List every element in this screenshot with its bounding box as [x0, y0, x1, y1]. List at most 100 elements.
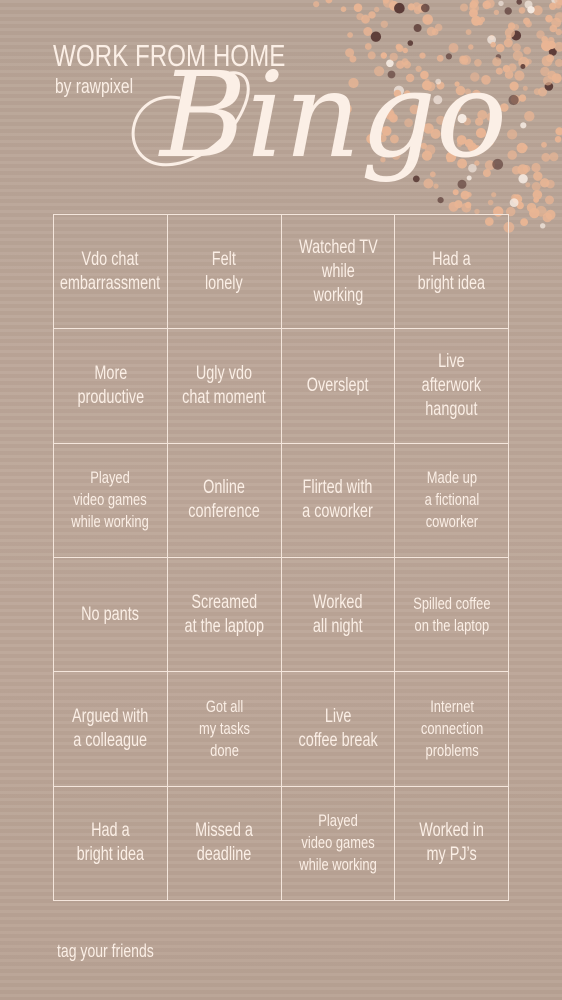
confetti-dot: [545, 209, 556, 220]
confetti-dot: [417, 3, 427, 13]
confetti-dot: [537, 87, 548, 97]
confetti-dot: [547, 70, 557, 80]
confetti-dot: [547, 40, 556, 50]
confetti-dot: [525, 20, 532, 28]
bingo-cell[interactable]: Played video games while working: [54, 443, 168, 558]
confetti-dot: [532, 190, 543, 200]
confetti-dot: [471, 15, 482, 26]
confetti-dot: [382, 0, 390, 4]
bingo-cell[interactable]: Ugly vdo chat moment: [167, 329, 282, 444]
confetti-dot: [389, 0, 399, 11]
confetti-dot: [551, 17, 562, 28]
confetti-dot: [412, 2, 421, 11]
confetti-dot: [554, 1, 562, 9]
bingo-cell-label: Had a bright idea: [417, 248, 486, 294]
bingo-cell-label: Overslept: [306, 374, 369, 396]
confetti-dot: [533, 88, 541, 95]
bingo-cell-label: Internet connection problems: [420, 696, 483, 760]
bingo-cell[interactable]: Screamed at the laptop: [167, 558, 282, 673]
confetti-dot: [368, 11, 376, 19]
confetti-dot: [454, 200, 463, 209]
bingo-cell-label: No pants: [81, 603, 140, 625]
footer-caption: tag your friends: [57, 941, 181, 962]
bingo-cell[interactable]: Live coffee break: [281, 672, 396, 787]
confetti-dot: [541, 55, 553, 67]
confetti-dot: [541, 152, 551, 162]
bingo-cell-label: Spilled coffee on the laptop: [412, 593, 491, 635]
bingo-cell[interactable]: Worked in my PJ’s: [395, 786, 509, 901]
confetti-dot: [540, 66, 550, 77]
bingo-cell[interactable]: Missed a deadline: [167, 786, 282, 901]
bingo-cell[interactable]: Had a bright idea: [395, 215, 509, 330]
confetti-dot: [340, 6, 347, 12]
bingo-cell[interactable]: Played video games while working: [281, 786, 396, 901]
confetti-dot: [523, 17, 531, 25]
bingo-cell[interactable]: Internet connection problems: [395, 672, 509, 787]
confetti-dot: [540, 178, 550, 188]
confetti-dot: [520, 218, 528, 227]
bingo-cell-label: Had a bright idea: [76, 820, 145, 866]
bingo-cell[interactable]: Overslept: [281, 329, 396, 444]
bingo-cell[interactable]: Worked all night: [281, 558, 396, 673]
confetti-dot: [541, 40, 552, 51]
confetti-dot: [407, 3, 415, 11]
confetti-dot: [533, 171, 543, 181]
confetti-dot: [554, 12, 562, 23]
confetti-dot: [461, 202, 472, 213]
bingo-cell[interactable]: Live afterwork hangout: [395, 329, 509, 444]
confetti-dot: [531, 162, 541, 173]
confetti-dot: [557, 0, 562, 6]
confetti-dot: [548, 47, 557, 56]
confetti-dot: [448, 201, 459, 212]
confetti-dot: [509, 198, 519, 208]
bingo-cell[interactable]: Got all my tasks done: [167, 672, 282, 787]
confetti-dot: [380, 20, 388, 28]
bingo-cell-label: Screamed at the laptop: [184, 591, 264, 637]
confetti-dot: [546, 54, 555, 63]
bingo-cell[interactable]: Online conference: [167, 443, 282, 558]
bingo-cell-label: Live afterwork hangout: [421, 350, 482, 420]
bingo-cell[interactable]: Made up a fictional coworker: [395, 443, 509, 558]
confetti-dot: [313, 1, 320, 8]
confetti-dot: [545, 14, 553, 23]
bingo-cell-label: Worked in my PJ’s: [419, 820, 484, 866]
bingo-cell[interactable]: Watched TV while working: [281, 215, 396, 330]
confetti-dot: [394, 2, 405, 14]
confetti-dot: [544, 82, 554, 91]
confetti-dot: [555, 127, 562, 136]
confetti-dot: [482, 0, 491, 10]
bingo-cell[interactable]: No pants: [54, 558, 168, 673]
bingo-cell-label: Played video games while working: [71, 468, 150, 532]
confetti-dot: [526, 202, 537, 213]
bingo-cell[interactable]: Felt lonely: [167, 215, 282, 330]
confetti-dot: [518, 7, 526, 14]
bingo-cell[interactable]: Flirted with a coworker: [281, 443, 396, 558]
bingo-cell[interactable]: Vdo chat embarrassment: [54, 215, 168, 330]
confetti-dot: [554, 136, 562, 143]
footer-text: tag your friends: [57, 941, 154, 961]
confetti-dot: [551, 73, 562, 84]
confetti-dot: [464, 201, 472, 209]
confetti-dot: [471, 0, 479, 7]
script-title-text: Bingo: [158, 46, 507, 184]
bingo-cell-label: Watched TV while working: [298, 236, 378, 306]
confetti-dot: [541, 141, 547, 148]
confetti-dot: [542, 212, 553, 223]
confetti-dot: [383, 0, 394, 8]
confetti-dot: [374, 6, 380, 13]
bingo-cell[interactable]: Spilled coffee on the laptop: [395, 558, 509, 673]
confetti-dot: [325, 0, 333, 4]
confetti-dot: [361, 14, 370, 24]
bingo-cell[interactable]: Argued with a colleague: [54, 672, 168, 787]
confetti-dot: [551, 0, 559, 4]
bingo-cell[interactable]: More productive: [54, 329, 168, 444]
bingo-script-title: Bingo: [131, 46, 507, 184]
bingo-cell-label: Worked all night: [312, 591, 363, 637]
confetti-dot: [479, 16, 485, 23]
bingo-cell[interactable]: Had a bright idea: [54, 786, 168, 901]
confetti-dot: [529, 207, 540, 219]
confetti-dot: [469, 3, 479, 13]
confetti-dot: [527, 6, 535, 14]
confetti-dot: [516, 0, 522, 5]
confetti-dot: [421, 3, 430, 13]
